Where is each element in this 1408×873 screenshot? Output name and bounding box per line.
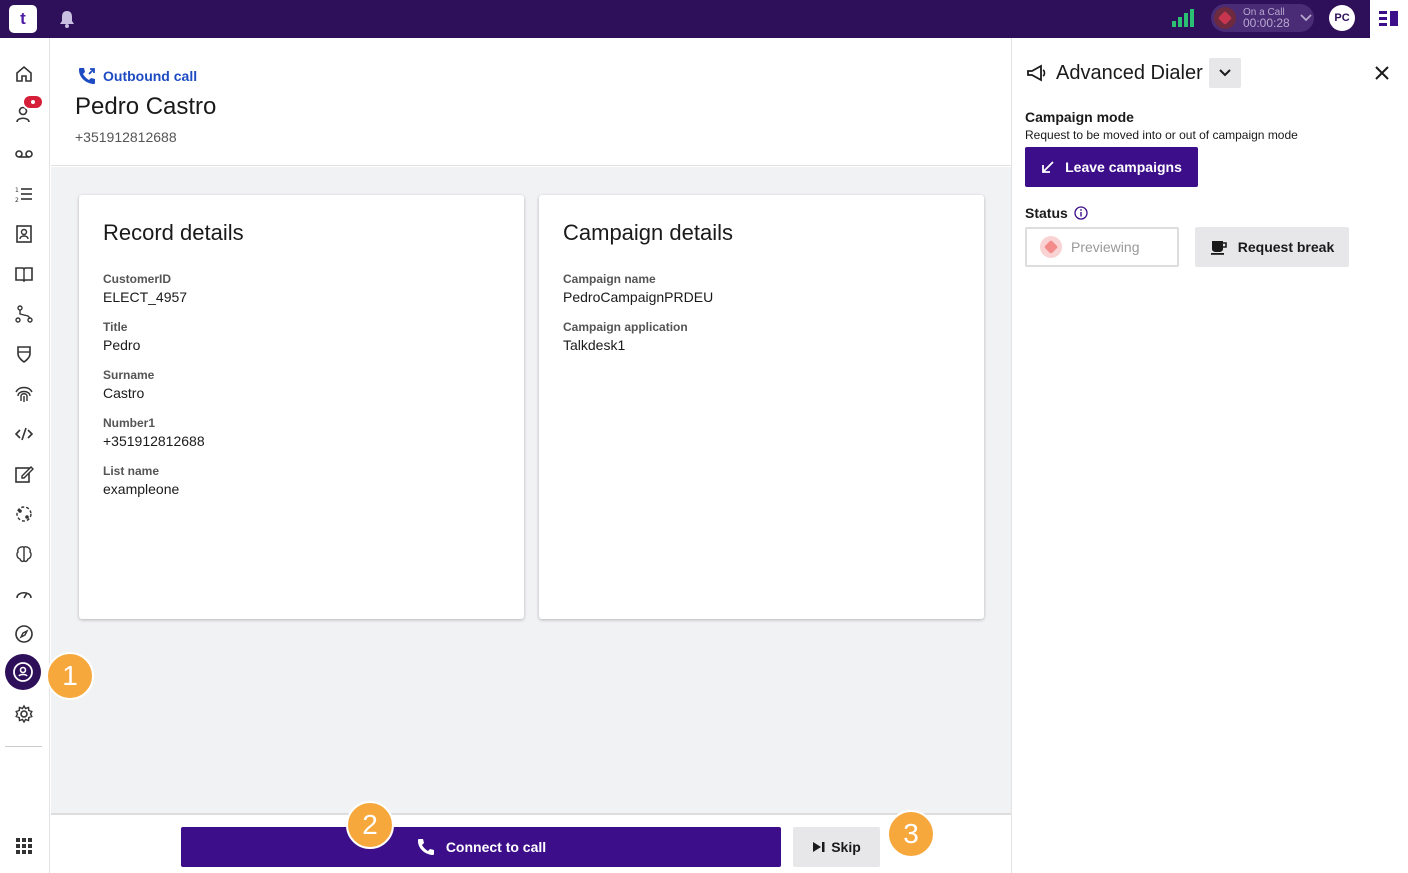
field-label: Campaign application <box>563 320 688 334</box>
step-marker-2: 2 <box>346 801 394 849</box>
field-value: Talkdesk1 <box>563 337 626 353</box>
step-marker-3: 3 <box>887 810 935 858</box>
main-content: Record details CustomerID ELECT_4957 Titl… <box>51 167 1011 813</box>
field-surname: Surname Castro <box>103 368 154 401</box>
call-type-label: Outbound call <box>103 68 198 84</box>
left-sidebar: 12 <box>0 38 50 873</box>
previewing-status-button[interactable]: Previewing <box>1025 227 1179 267</box>
advanced-dialer-panel: Advanced Dialer Campaign mode Request to… <box>1011 38 1408 873</box>
field-value: PedroCampaignPRDEU <box>563 289 714 305</box>
field-value: Pedro <box>103 337 141 353</box>
field-label: Number1 <box>103 416 156 430</box>
gear-icon[interactable] <box>13 703 35 725</box>
call-type: Outbound call <box>77 66 197 86</box>
field-customer-id: CustomerID ELECT_4957 <box>103 272 187 305</box>
globe-icon[interactable] <box>13 503 35 525</box>
field-value: Castro <box>103 385 145 401</box>
panel-dropdown-button[interactable] <box>1209 58 1241 88</box>
info-icon[interactable] <box>1074 206 1088 220</box>
campaign-mode-description: Request to be moved into or out of campa… <box>1025 128 1298 142</box>
record-details-title: Record details <box>103 220 244 245</box>
break-label: Request break <box>1237 239 1335 255</box>
field-value: exampleone <box>103 481 180 497</box>
step-marker-1: 1 <box>46 652 94 700</box>
contact-phone: +351912812688 <box>75 129 177 145</box>
talkdesk-logo[interactable]: t <box>9 5 37 33</box>
user-avatar[interactable]: PC <box>1329 5 1355 31</box>
skip-next-icon <box>813 842 825 852</box>
field-value: +351912812688 <box>103 433 205 449</box>
field-label: CustomerID <box>103 272 172 286</box>
code-icon[interactable] <box>13 423 35 445</box>
previewing-status-icon <box>1040 236 1062 258</box>
contact-name: Pedro Castro <box>75 93 217 120</box>
sidebar-divider <box>5 746 42 747</box>
fingerprint-icon[interactable] <box>13 383 35 405</box>
top-bar: t On a Call 00:00:28 PC <box>0 0 1370 38</box>
campaign-details-title: Campaign details <box>563 220 733 245</box>
coffee-cup-icon <box>1210 241 1227 255</box>
panel-title: Advanced Dialer <box>1056 62 1203 84</box>
panel-toggle-button[interactable] <box>1370 0 1408 38</box>
campaign-agent-icon <box>13 662 33 682</box>
voicemail-icon[interactable] <box>13 143 35 165</box>
call-header: Outbound call Pedro Castro +351912812688 <box>51 38 1011 166</box>
chevron-down-icon <box>1300 14 1312 22</box>
compass-icon[interactable] <box>13 623 35 645</box>
megaphone-icon <box>1027 64 1046 82</box>
field-title: Title Pedro <box>103 320 140 353</box>
call-status-pill[interactable]: On a Call 00:00:28 <box>1211 4 1314 32</box>
list-icon[interactable]: 12 <box>13 183 35 205</box>
field-campaign-name: Campaign name PedroCampaignPRDEU <box>563 272 713 305</box>
leave-campaigns-button[interactable]: Leave campaigns <box>1025 147 1198 187</box>
connect-label: Connect to call <box>445 839 547 855</box>
contact-card-icon[interactable] <box>13 223 35 245</box>
outbound-call-icon <box>79 68 95 84</box>
shield-icon[interactable] <box>13 343 35 365</box>
close-icon[interactable] <box>1373 64 1391 82</box>
request-break-button[interactable]: Request break <box>1195 227 1349 267</box>
brain-icon[interactable] <box>13 543 35 565</box>
panel-layout-icon <box>1379 11 1398 26</box>
signal-strength-icon <box>1172 9 1194 27</box>
field-value: ELECT_4957 <box>103 289 188 305</box>
call-timer: 00:00:28 <box>1243 16 1290 30</box>
field-label: Title <box>103 320 128 334</box>
field-list-name: List name exampleone <box>103 464 179 497</box>
skip-label: Skip <box>831 839 861 855</box>
field-label: Surname <box>103 368 155 382</box>
on-call-status-icon <box>1214 7 1236 29</box>
status-heading-row: Status <box>1025 205 1088 221</box>
book-icon[interactable] <box>13 263 35 285</box>
chevron-down-icon <box>1219 69 1231 77</box>
field-label: Campaign name <box>563 272 656 286</box>
field-number1: Number1 +351912812688 <box>103 416 205 449</box>
record-details-card: Record details CustomerID ELECT_4957 Titl… <box>79 195 524 619</box>
edit-icon[interactable] <box>13 463 35 485</box>
notification-badge <box>22 94 44 110</box>
skip-button[interactable]: Skip <box>793 827 880 867</box>
previewing-label: Previewing <box>1071 239 1140 255</box>
flow-icon[interactable] <box>13 303 35 325</box>
apps-grid-icon[interactable] <box>13 835 35 857</box>
phone-icon <box>417 839 434 855</box>
gauge-icon[interactable] <box>13 583 35 605</box>
bell-icon[interactable] <box>58 9 76 29</box>
call-action-bar: Connect to call Skip <box>51 813 1011 873</box>
svg-text:1: 1 <box>15 187 19 194</box>
logo-text: t <box>20 9 26 28</box>
status-heading: Status <box>1025 205 1068 221</box>
campaign-agent-nav-active[interactable] <box>5 654 41 690</box>
home-icon[interactable] <box>13 63 35 85</box>
svg-text:2: 2 <box>15 197 19 204</box>
connect-to-call-button[interactable]: Connect to call <box>181 827 781 867</box>
campaign-mode-heading: Campaign mode <box>1025 109 1134 125</box>
field-label: List name <box>103 464 160 478</box>
campaign-details-card: Campaign details Campaign name PedroCampa… <box>539 195 984 619</box>
field-campaign-application: Campaign application Talkdesk1 <box>563 320 688 353</box>
arrow-down-left-icon <box>1042 161 1054 173</box>
leave-label: Leave campaigns <box>1065 159 1182 175</box>
